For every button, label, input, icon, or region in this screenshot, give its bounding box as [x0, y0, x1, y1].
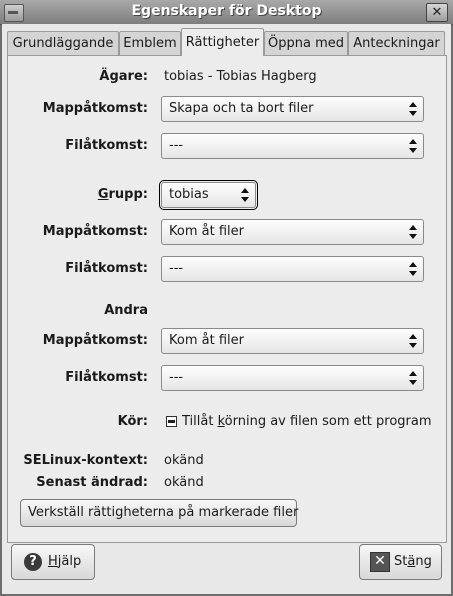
window-title: Egenskaper för Desktop: [131, 3, 322, 19]
permissions-panel: Ägare: tobias - Tobias Hagberg Mappåtkom…: [7, 55, 447, 543]
owner-file-access-label: Filåtkomst:: [65, 138, 148, 153]
execute-checkbox-label[interactable]: Tillåt körning av filen som ett program: [182, 414, 432, 429]
tab-emblem[interactable]: Emblem: [119, 31, 181, 55]
apply-permissions-button[interactable]: Verkställ rättigheterna på markerade fil…: [20, 499, 298, 527]
group-file-access-label: Filåtkomst:: [65, 261, 148, 276]
others-folder-access-label: Mappåtkomst:: [42, 333, 148, 348]
close-icon: ✕: [370, 552, 390, 572]
help-button[interactable]: ? Hjälp: [11, 544, 95, 580]
execute-label: Kör:: [117, 414, 148, 429]
group-value: tobias: [169, 187, 209, 202]
combo-arrows-icon: [409, 370, 417, 386]
selinux-value: okänd: [164, 453, 204, 468]
modified-value: okänd: [164, 475, 204, 490]
others-heading: Andra: [104, 303, 148, 318]
tab-oppna-med[interactable]: Öppna med: [264, 31, 348, 55]
group-folder-access-label: Mappåtkomst:: [42, 224, 148, 239]
owner-label: Ägare:: [99, 69, 148, 84]
owner-folder-access-value: Skapa och ta bort filer: [169, 101, 314, 116]
combo-arrows-icon: [241, 187, 249, 203]
owner-folder-access-combo[interactable]: Skapa och ta bort filer: [161, 96, 424, 122]
owner-value: tobias - Tobias Hagberg: [164, 69, 317, 84]
window-menu-button[interactable]: [4, 4, 24, 22]
modified-label: Senast ändrad:: [36, 475, 148, 490]
others-file-access-combo[interactable]: ---: [161, 365, 424, 391]
combo-arrows-icon: [409, 261, 417, 277]
group-folder-access-combo[interactable]: Kom åt filer: [161, 219, 424, 245]
owner-folder-access-label: Mappåtkomst:: [42, 101, 148, 116]
combo-arrows-icon: [409, 224, 417, 240]
help-icon: ?: [24, 553, 42, 571]
selinux-label: SELinux-kontext:: [23, 453, 148, 468]
execute-checkbox[interactable]: [166, 416, 177, 427]
close-button[interactable]: ✕ Stäng: [359, 544, 442, 580]
combo-arrows-icon: [409, 333, 417, 349]
combo-arrows-icon: [409, 101, 417, 117]
group-file-access-combo[interactable]: ---: [161, 256, 424, 282]
dialog-body: Grundläggande Emblem Rättigheter Öppna m…: [2, 24, 451, 594]
others-folder-access-combo[interactable]: Kom åt filer: [161, 328, 424, 354]
owner-file-access-value: ---: [169, 138, 184, 153]
group-folder-access-value: Kom åt filer: [169, 224, 244, 239]
group-label: Grupp:: [97, 187, 148, 202]
title-bar: Egenskaper för Desktop ✕: [0, 0, 453, 25]
owner-file-access-combo[interactable]: ---: [161, 133, 424, 159]
group-combo[interactable]: tobias: [159, 180, 258, 210]
window-close-button[interactable]: ✕: [426, 3, 448, 22]
window-menu-icon: [8, 11, 18, 14]
tab-rattigheter[interactable]: Rättigheter: [181, 28, 264, 56]
tab-anteckningar[interactable]: Anteckningar: [348, 31, 445, 55]
group-file-access-value: ---: [169, 261, 184, 276]
others-file-access-value: ---: [169, 370, 184, 385]
others-folder-access-value: Kom åt filer: [169, 333, 244, 348]
combo-arrows-icon: [409, 138, 417, 154]
tab-grundlaggande[interactable]: Grundläggande: [7, 31, 119, 55]
others-file-access-label: Filåtkomst:: [65, 370, 148, 385]
